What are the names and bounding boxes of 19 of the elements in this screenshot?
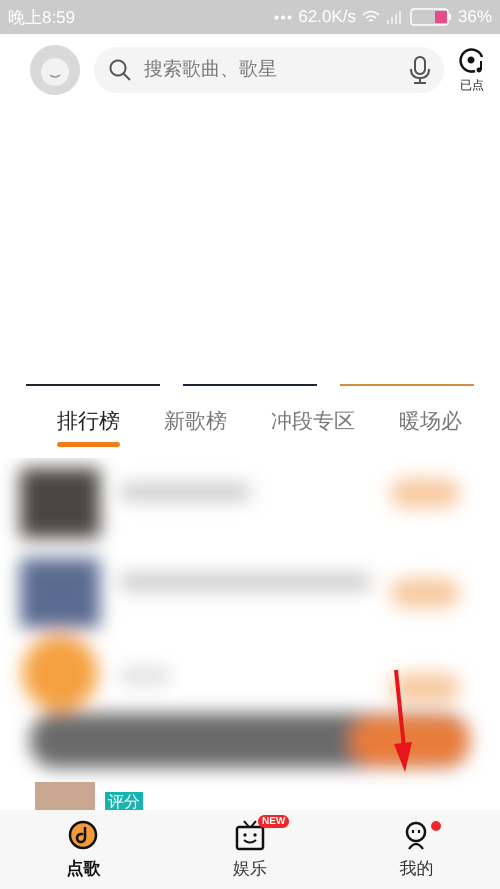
category-tab[interactable]: 暖场必 — [399, 397, 462, 447]
disc-note-icon[interactable] — [458, 46, 486, 74]
nav-tab[interactable]: 点歌 — [33, 819, 134, 880]
more-dots-icon — [274, 14, 292, 20]
nav-tab[interactable]: 我的 — [366, 819, 467, 880]
category-tab[interactable]: 排行榜 — [57, 397, 120, 447]
search-icon — [108, 58, 132, 82]
search-bar[interactable]: 搜索歌曲、歌星 — [94, 47, 444, 93]
queued-label: 已点 — [460, 76, 484, 94]
new-badge: NEW — [258, 815, 290, 828]
signal-icon — [386, 10, 404, 24]
battery-icon — [410, 8, 452, 26]
song-tag: 评分 — [105, 792, 143, 810]
category-tab[interactable]: 新歌榜 — [164, 397, 227, 447]
wifi-icon — [362, 10, 380, 24]
song-thumbnail — [35, 782, 95, 810]
microphone-icon[interactable] — [410, 56, 430, 84]
search-input[interactable]: 搜索歌曲、歌星 — [142, 58, 400, 82]
category-tab[interactable]: 冲段专区 — [271, 397, 355, 447]
